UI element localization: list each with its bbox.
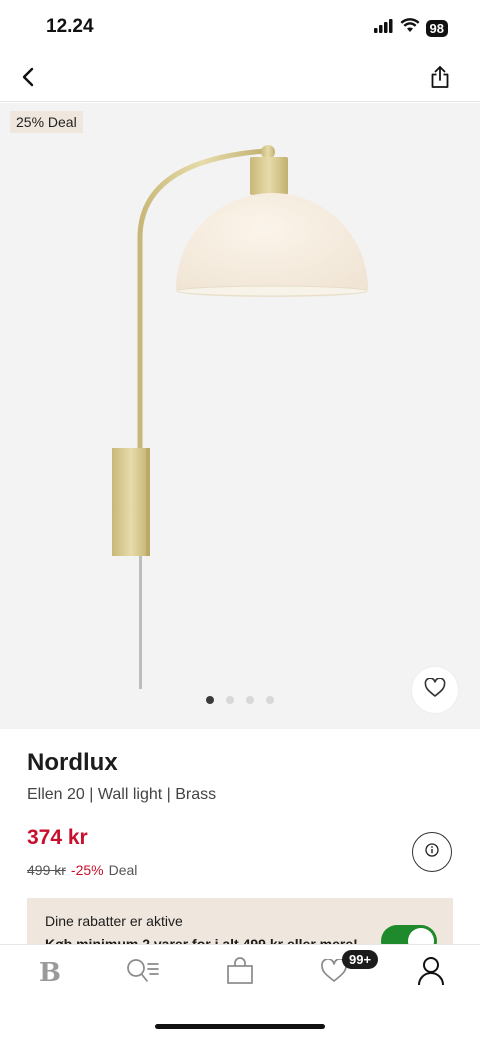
back-button[interactable] <box>14 64 42 94</box>
promo-subtitle: Køb minimum 2 varer for i alt 499 kr ell… <box>45 936 358 944</box>
signal-icon <box>373 18 394 38</box>
image-pagination <box>206 696 274 704</box>
share-icon <box>430 65 450 94</box>
tab-cart[interactable] <box>220 953 260 993</box>
product-image-gallery[interactable]: 25% Deal <box>0 103 480 729</box>
status-bar: 12.24 98 <box>0 0 480 56</box>
home-indicator <box>155 1024 325 1029</box>
share-button[interactable] <box>426 64 454 94</box>
tab-home[interactable]: B <box>30 953 70 993</box>
nav-bar <box>0 56 480 102</box>
heart-icon <box>424 676 446 703</box>
product-price: 374 kr <box>27 826 88 849</box>
favorites-count-badge: 99+ <box>342 950 379 969</box>
toggle-knob <box>408 928 434 944</box>
discount-percent: -25% <box>70 862 104 878</box>
wifi-icon <box>400 18 420 38</box>
brand-logo-icon: B <box>39 958 61 988</box>
product-brand[interactable]: Nordlux <box>27 749 118 777</box>
deal-label: Deal <box>108 862 138 878</box>
deal-badge: 25% Deal <box>10 111 83 133</box>
product-image <box>100 143 380 698</box>
chevron-left-icon <box>21 67 35 92</box>
search-list-icon <box>126 958 160 989</box>
promo-title: Dine rabatter er aktive <box>45 913 183 929</box>
info-icon <box>425 842 439 862</box>
price-info-button[interactable] <box>412 832 452 872</box>
discount-promo-banner: Dine rabatter er aktive Køb minimum 2 va… <box>27 898 453 944</box>
status-icons: 98 <box>373 18 448 38</box>
discount-toggle[interactable] <box>381 925 437 944</box>
favorite-button[interactable] <box>412 667 458 713</box>
pagination-dot[interactable] <box>266 696 274 704</box>
original-price: 499 kr <box>27 862 66 878</box>
pagination-dot[interactable] <box>246 696 254 704</box>
profile-icon <box>417 956 445 991</box>
status-time: 12.24 <box>46 16 94 37</box>
product-name: Ellen 20 | Wall light | Brass <box>27 786 217 803</box>
battery-indicator: 98 <box>425 19 448 37</box>
pagination-dot[interactable] <box>226 696 234 704</box>
tab-profile[interactable] <box>411 953 451 993</box>
pagination-dot[interactable] <box>206 696 214 704</box>
shopping-bag-icon <box>226 956 254 990</box>
tab-search[interactable] <box>123 953 163 993</box>
price-details: 499 kr -25% Deal <box>27 862 137 878</box>
